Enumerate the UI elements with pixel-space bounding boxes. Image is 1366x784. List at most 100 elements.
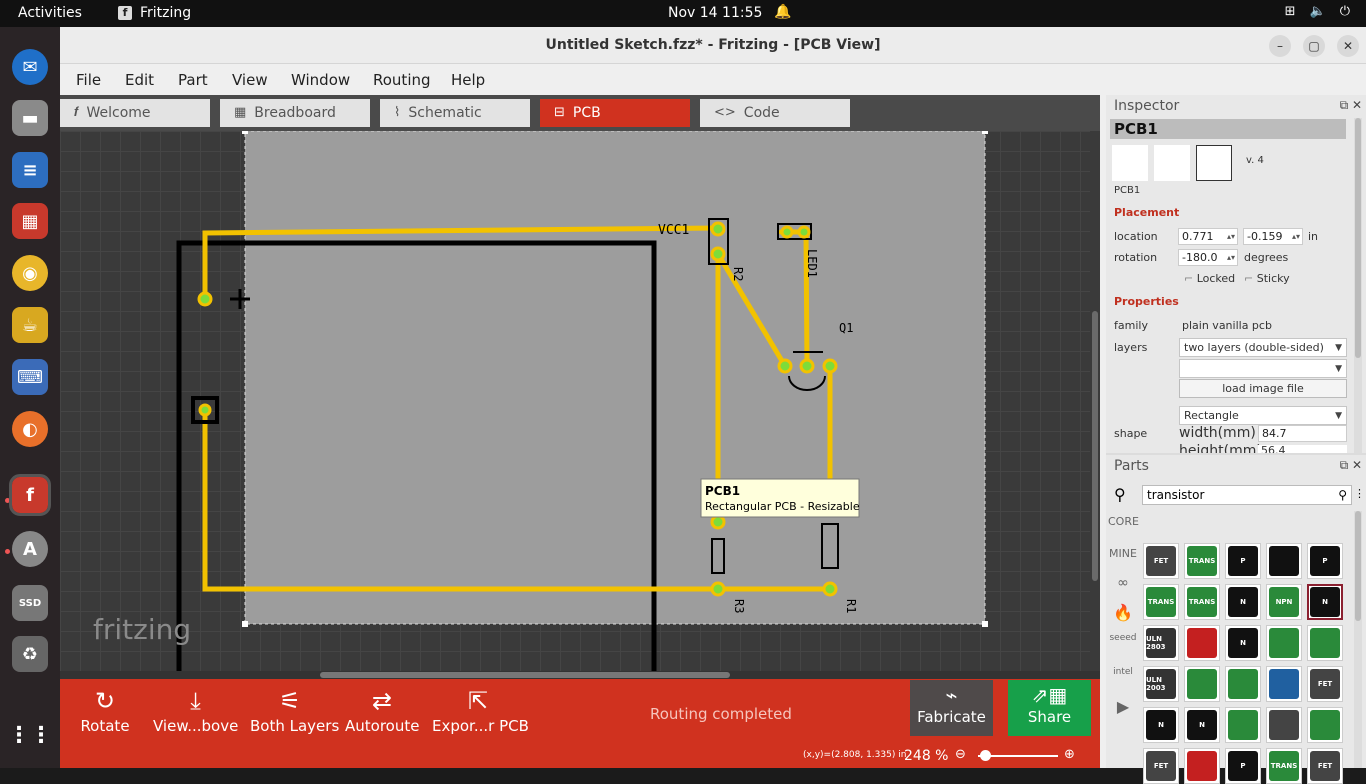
rotation-field[interactable]: -180.0 ▴▾ xyxy=(1178,249,1238,266)
app-menu[interactable]: f Fritzing xyxy=(118,5,191,21)
intel-bin-icon[interactable]: intel xyxy=(1108,667,1138,677)
zoom-out-icon[interactable]: ⊖ xyxy=(955,747,966,762)
fabricate-button[interactable]: ⌁ Fabricate xyxy=(910,680,993,736)
writer-icon[interactable]: ≡ xyxy=(12,152,48,188)
part-item[interactable]: FET xyxy=(1143,748,1179,784)
tab-welcome[interactable]: 𝒇 Welcome xyxy=(60,99,210,127)
ssd-drive-icon[interactable]: SSD xyxy=(12,585,48,621)
location-x-field[interactable]: 0.771 ▴▾ xyxy=(1178,228,1238,245)
maximize-icon[interactable]: ▢ xyxy=(1303,35,1325,57)
part-item[interactable] xyxy=(1266,625,1302,661)
part-item[interactable]: N xyxy=(1184,707,1220,743)
files-icon[interactable]: ▬ xyxy=(12,100,48,136)
menu-file[interactable]: File xyxy=(76,71,101,89)
bin-scroll-icon[interactable]: ▶ xyxy=(1108,697,1138,716)
width-field[interactable]: 84.7 xyxy=(1258,425,1347,442)
thunderbird-icon[interactable]: ✉ xyxy=(12,49,48,85)
layers-select[interactable]: two layers (double-sided) ▼ xyxy=(1179,338,1347,357)
zoom-in-icon[interactable]: ⊕ xyxy=(1064,747,1075,762)
bin-menu-icon[interactable]: ⋮ xyxy=(1354,487,1365,500)
menu-view[interactable]: View xyxy=(232,71,268,89)
sparkfun-bin-icon[interactable]: 🔥 xyxy=(1108,603,1138,622)
resize-handle[interactable] xyxy=(242,131,248,134)
bin-core[interactable]: CORE xyxy=(1108,515,1139,528)
parts-search-input[interactable]: transistor ⚲ xyxy=(1142,485,1352,505)
notification-bell-icon[interactable]: 🔔 xyxy=(774,4,791,20)
autoroute-button[interactable]: ⇄ Autoroute xyxy=(345,679,419,744)
pcb-canvas[interactable]: VCC1 R2 LED1 Q1 R3 R1 fritzing PCB1 Rect… xyxy=(60,131,1100,671)
part-item[interactable] xyxy=(1307,707,1343,743)
arduino-bin-icon[interactable]: ∞ xyxy=(1108,575,1138,591)
panel-float-close-icon[interactable]: ⧉ ✕ xyxy=(1340,98,1362,113)
image-select[interactable]: ▼ xyxy=(1179,359,1347,378)
part-item[interactable]: TRANS xyxy=(1266,748,1302,784)
menu-edit[interactable]: Edit xyxy=(125,71,154,89)
panel-float-close-icon[interactable]: ⧉ ✕ xyxy=(1340,458,1362,473)
pcb-board[interactable] xyxy=(244,131,986,625)
teapot-icon[interactable]: ☕ xyxy=(12,307,48,343)
system-tray[interactable]: ⊞ 🔈 ⏻ xyxy=(1285,4,1350,19)
locked-checkbox[interactable]: ⌐ Locked xyxy=(1184,272,1235,285)
part-item[interactable]: N xyxy=(1225,584,1261,620)
software-updater-icon[interactable]: A xyxy=(12,531,48,567)
rotate-button[interactable]: ↻ Rotate xyxy=(80,679,130,744)
tab-pcb[interactable]: ⊟ PCB xyxy=(540,99,690,127)
tab-breadboard[interactable]: ▦ Breadboard xyxy=(220,99,370,127)
part-item[interactable]: FET xyxy=(1307,666,1343,702)
clock[interactable]: Nov 14 11:55 xyxy=(668,5,762,21)
share-button[interactable]: ⇗▦ Share xyxy=(1008,680,1091,736)
magnifier-icon[interactable]: ⚲ xyxy=(1114,485,1126,504)
parts-scrollbar[interactable] xyxy=(1354,511,1362,768)
part-item[interactable]: ULN 2003 xyxy=(1143,666,1179,702)
resize-handle[interactable] xyxy=(982,621,988,627)
tab-schematic[interactable]: ⌇ Schematic xyxy=(380,99,530,127)
spin-arrows-icon[interactable]: ▴▾ xyxy=(1292,229,1300,244)
spin-arrows-icon[interactable]: ▴▾ xyxy=(1227,250,1235,265)
part-item[interactable]: N xyxy=(1143,707,1179,743)
part-item[interactable] xyxy=(1266,543,1302,579)
part-item[interactable] xyxy=(1266,707,1302,743)
seeed-bin-icon[interactable]: seeed xyxy=(1108,633,1138,643)
location-y-field[interactable]: -0.159 ▴▾ xyxy=(1243,228,1303,245)
menu-help[interactable]: Help xyxy=(451,71,485,89)
part-item[interactable] xyxy=(1184,666,1220,702)
part-item[interactable] xyxy=(1184,625,1220,661)
scroll-thumb[interactable] xyxy=(1355,511,1361,621)
part-item[interactable] xyxy=(1225,707,1261,743)
inspector-scrollbar[interactable] xyxy=(1354,118,1362,453)
show-apps-icon[interactable]: ⋮⋮ xyxy=(8,717,52,753)
firefox-icon[interactable]: ◐ xyxy=(12,411,48,447)
search-icon[interactable]: ⚲ xyxy=(1338,486,1347,504)
scroll-thumb[interactable] xyxy=(1355,118,1361,358)
menu-window[interactable]: Window xyxy=(291,71,350,89)
spin-arrows-icon[interactable]: ▴▾ xyxy=(1227,229,1235,244)
export-pcb-button[interactable]: ⇱ Expor...r PCB xyxy=(432,679,529,744)
vertical-scrollbar[interactable] xyxy=(1090,131,1100,671)
shape-select[interactable]: Rectangle ▼ xyxy=(1179,406,1347,425)
horizontal-scrollbar[interactable] xyxy=(60,671,1100,679)
bin-mine[interactable]: MINE xyxy=(1108,547,1138,560)
part-item[interactable]: P xyxy=(1225,543,1261,579)
height-field[interactable]: 56.4 xyxy=(1258,445,1347,453)
part-item[interactable]: FET xyxy=(1307,748,1343,784)
activities-button[interactable]: Activities xyxy=(18,5,82,21)
zoom-slider-handle[interactable] xyxy=(980,750,991,761)
part-item[interactable]: P xyxy=(1307,543,1343,579)
part-item[interactable] xyxy=(1184,748,1220,784)
app-grid-colored-icon[interactable]: ▦ xyxy=(12,203,48,239)
part-item[interactable]: TRANS xyxy=(1184,543,1220,579)
resize-handle[interactable] xyxy=(242,621,248,627)
load-image-button[interactable]: load image file xyxy=(1179,379,1347,398)
fritzing-dock-icon[interactable]: f xyxy=(9,474,51,516)
part-item[interactable] xyxy=(1225,666,1261,702)
scroll-thumb[interactable] xyxy=(1092,311,1098,581)
close-icon[interactable]: ✕ xyxy=(1337,35,1359,57)
part-item[interactable] xyxy=(1266,666,1302,702)
trash-icon[interactable]: ♻ xyxy=(12,636,48,672)
menu-part[interactable]: Part xyxy=(178,71,208,89)
part-item[interactable]: N xyxy=(1225,625,1261,661)
tab-code[interactable]: <> Code xyxy=(700,99,850,127)
view-from-above-button[interactable]: ⤓ View...bove xyxy=(153,679,238,744)
part-item[interactable]: TRANS xyxy=(1143,584,1179,620)
part-item[interactable]: ULN 2803 xyxy=(1143,625,1179,661)
